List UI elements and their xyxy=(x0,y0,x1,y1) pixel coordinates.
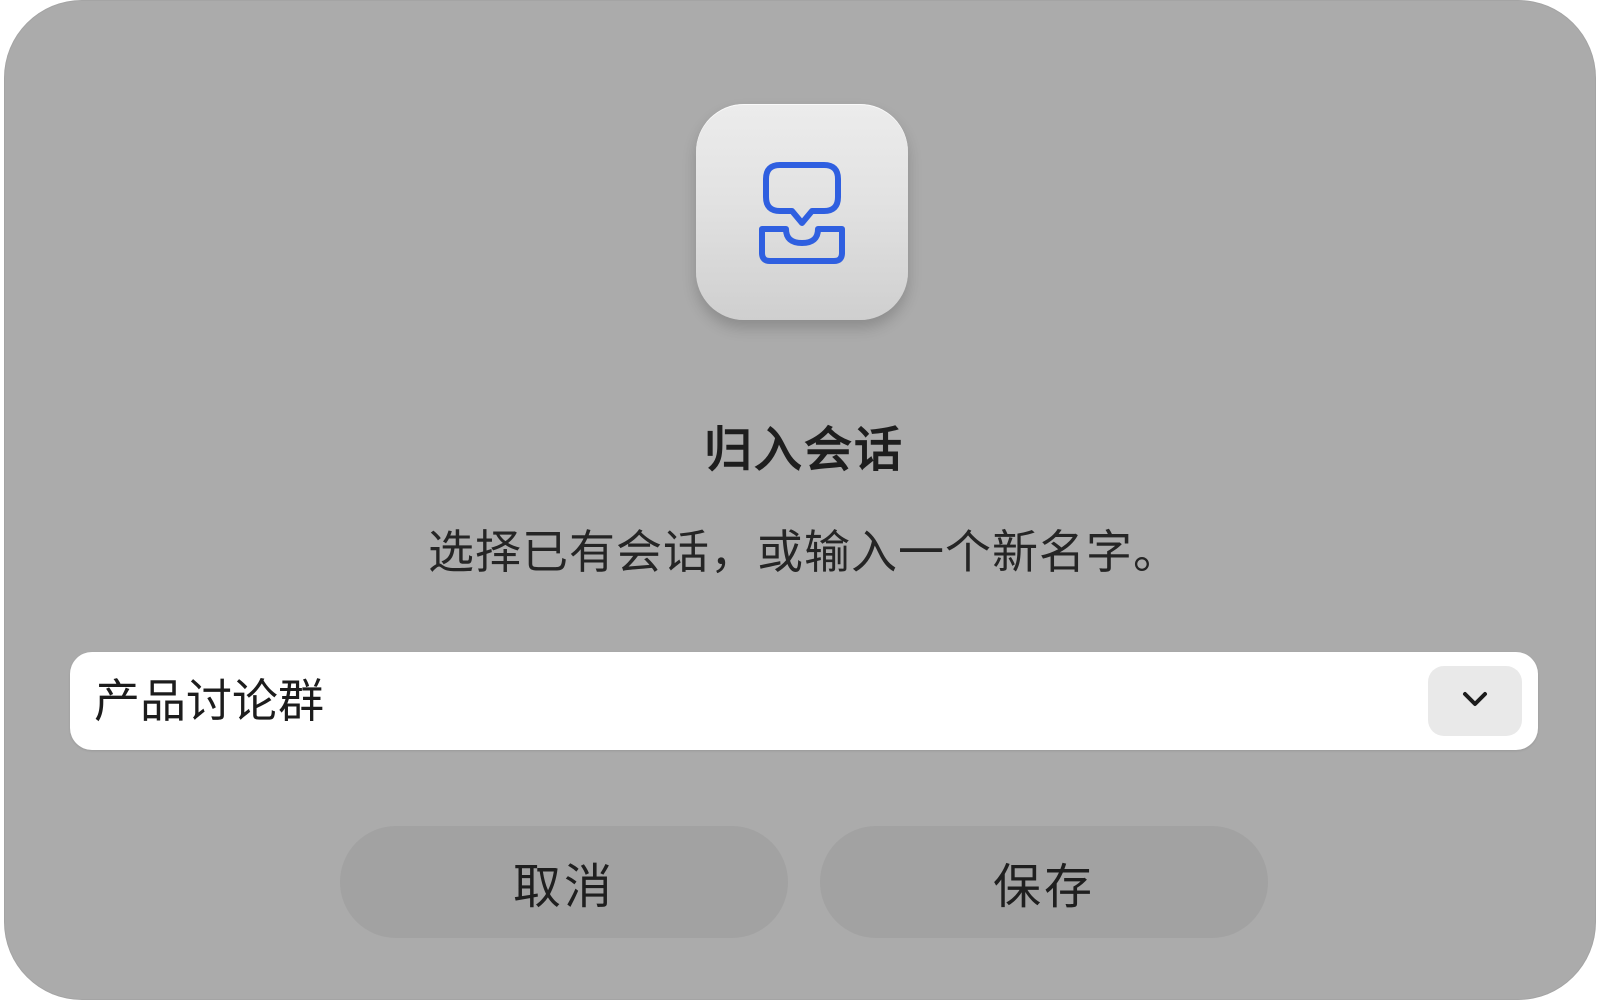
cancel-button[interactable]: 取消 xyxy=(340,826,788,938)
conversation-name-input[interactable] xyxy=(94,652,1394,750)
chat-inbox-icon xyxy=(752,157,852,267)
app-icon-tile xyxy=(696,104,908,320)
dialog: 归入会话 选择已有会话，或输入一个新名字。 取消 保存 xyxy=(4,0,1596,1000)
dropdown-button[interactable] xyxy=(1428,666,1522,736)
save-button[interactable]: 保存 xyxy=(820,826,1268,938)
dialog-message: 选择已有会话，或输入一个新名字。 xyxy=(428,525,1180,579)
conversation-combo-box[interactable] xyxy=(70,652,1538,750)
chevron-down-icon xyxy=(1460,689,1490,713)
dialog-title: 归入会话 xyxy=(703,422,904,478)
